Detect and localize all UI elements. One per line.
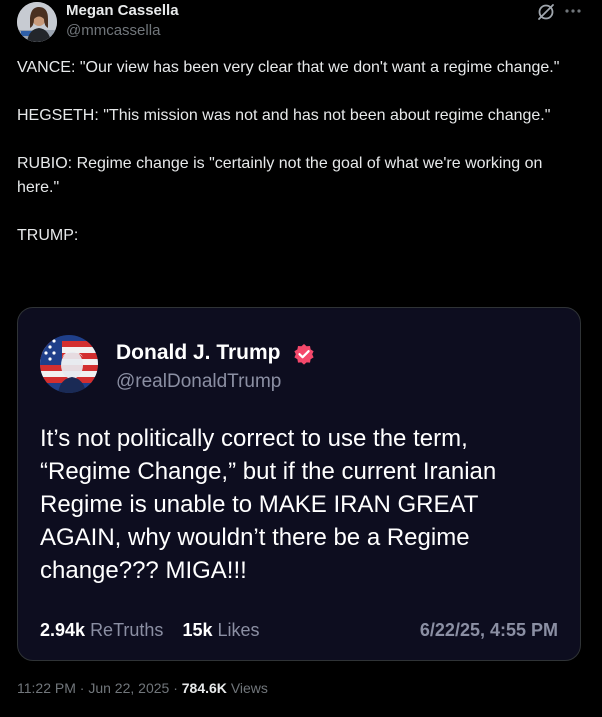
tweet-paragraph: HEGSETH: "This mission was not and has n… [17, 107, 551, 124]
quoted-post-text: It’s not politically correct to use the … [40, 425, 497, 584]
quoted-post-date: 6/22/25, 4:55 PM [419, 620, 558, 640]
likes-count: 15k [182, 620, 213, 640]
author-avatar[interactable] [17, 2, 57, 42]
tweet-paragraph: VANCE: "Our view has been very clear tha… [17, 59, 560, 76]
views-label: Views [230, 680, 268, 696]
post-date[interactable]: Jun 22, 2025 [88, 680, 169, 696]
tweet: Megan Cassella @mmcassella VANCE: "Our v… [0, 0, 602, 717]
tweet-text: VANCE: "Our view has been very clear tha… [17, 56, 587, 272]
quoted-post-stats: 2.94k ReTruths 15k Likes [40, 620, 274, 641]
retruths-label: ReTruths [90, 620, 164, 640]
verified-badge-icon [293, 343, 315, 365]
views-count: 784.6K [181, 680, 227, 696]
meta-separator: · [173, 680, 178, 696]
likes-label: Likes [217, 620, 260, 640]
retruths-stat[interactable]: 2.94k ReTruths [40, 620, 163, 640]
author-handle[interactable]: @mmcassella [66, 22, 160, 39]
more-options-icon[interactable] [562, 2, 584, 20]
likes-stat[interactable]: 15k Likes [182, 620, 259, 640]
quoted-author-handle[interactable]: @realDonaldTrump [116, 371, 281, 393]
quoted-post-card[interactable]: Donald J. Trump @realDonaldTrump It’s no… [17, 307, 581, 661]
author-name[interactable]: Megan Cassella [66, 2, 179, 19]
post-time[interactable]: 11:22 PM [17, 680, 76, 696]
tweet-paragraph: RUBIO: Regime change is "certainly not t… [17, 155, 543, 196]
grok-icon[interactable] [536, 2, 556, 22]
retruths-count: 2.94k [40, 620, 86, 640]
tweet-paragraph: TRUMP: [17, 227, 79, 244]
quoted-author-avatar[interactable] [40, 335, 98, 393]
post-metadata: 11:22 PM · Jun 22, 2025 · 784.6K Views [17, 680, 268, 696]
quoted-author-name[interactable]: Donald J. Trump [116, 341, 281, 365]
meta-separator: · [79, 680, 85, 696]
